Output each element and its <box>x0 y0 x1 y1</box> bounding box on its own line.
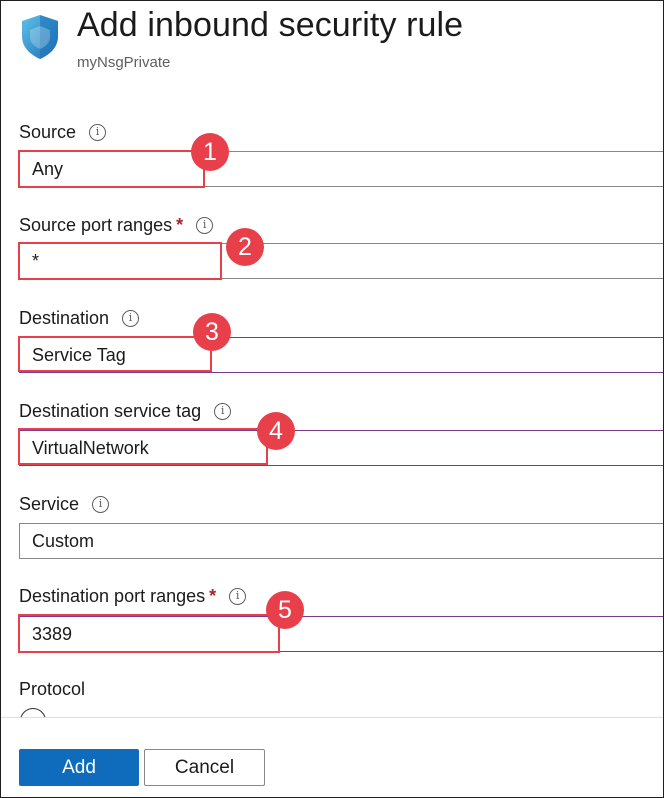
info-icon[interactable]: i <box>122 310 140 327</box>
info-icon[interactable]: i <box>196 217 214 234</box>
highlight-box <box>18 428 268 465</box>
step-badge: 2 <box>226 228 264 266</box>
service-label: Service i <box>19 494 110 515</box>
highlight-box <box>18 336 212 372</box>
destination-label: Destination i <box>19 308 140 329</box>
blade-panel: Add inbound security rule myNsgPrivate S… <box>0 0 664 798</box>
page-title: Add inbound security rule <box>77 6 464 44</box>
destination-service-tag-label-text: Destination service tag <box>19 401 202 421</box>
destination-port-ranges-label-text: Destination port ranges <box>19 586 206 606</box>
source-port-ranges-label: Source port ranges * i <box>19 215 214 236</box>
source-label: Source i <box>19 122 107 143</box>
protocol-label: Protocol <box>19 679 85 700</box>
step-badge: 1 <box>191 133 229 171</box>
info-icon[interactable]: i <box>214 403 232 420</box>
highlight-box <box>18 614 280 653</box>
add-button[interactable]: Add <box>19 749 139 786</box>
page-subtitle: myNsgPrivate <box>77 54 171 71</box>
service-label-text: Service <box>19 494 80 514</box>
cancel-button[interactable]: Cancel <box>144 749 265 786</box>
service-value: Custom <box>32 531 95 551</box>
step-badge: 3 <box>193 313 231 351</box>
info-icon[interactable]: i <box>92 496 110 513</box>
required-asterisk: * <box>209 586 217 606</box>
destination-port-ranges-label: Destination port ranges * i <box>19 586 247 607</box>
destination-service-tag-label: Destination service tag i <box>19 401 232 422</box>
source-label-text: Source <box>19 122 77 142</box>
step-badge: 5 <box>266 591 304 629</box>
info-icon[interactable]: i <box>89 124 107 141</box>
required-asterisk: * <box>176 215 184 235</box>
info-icon[interactable]: i <box>229 588 247 605</box>
highlight-box <box>18 150 205 188</box>
highlight-box <box>18 242 222 280</box>
step-badge: 4 <box>257 412 295 450</box>
shield-icon <box>22 15 58 59</box>
protocol-label-text: Protocol <box>19 679 86 699</box>
destination-label-text: Destination <box>19 308 110 328</box>
source-port-ranges-label-text: Source port ranges <box>19 215 173 235</box>
service-dropdown[interactable]: Custom <box>19 523 663 559</box>
